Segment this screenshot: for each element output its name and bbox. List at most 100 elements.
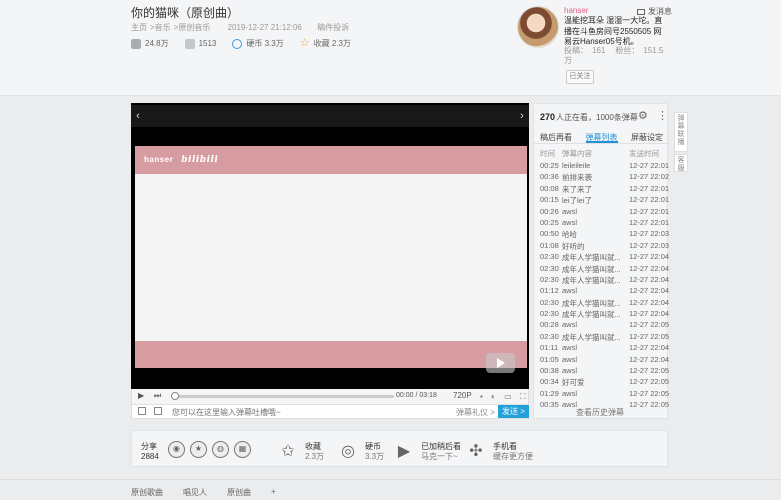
- danmaku-content: 成年人学猫叫就...: [562, 253, 621, 263]
- tab-danmaku-list[interactable]: 弹幕列表: [585, 130, 618, 143]
- danmaku-content: 前排来袭: [562, 173, 592, 183]
- danmaku-etiquette-link[interactable]: 弹幕礼仪 >: [456, 407, 495, 418]
- right-tab-customer-service[interactable]: 客服: [674, 154, 688, 172]
- danmaku-row[interactable]: 01:05 awsl 12-27 22:04: [540, 355, 669, 366]
- danmaku-sent-time: 12-27 22:02: [629, 172, 669, 182]
- danmaku-sent-time: 12-27 22:04: [629, 286, 669, 296]
- coin-action[interactable]: ◎ 硬币 3.3万: [335, 441, 384, 463]
- danmaku-sent-time: 12-27 22:04: [629, 354, 669, 364]
- play-icon: [131, 38, 141, 49]
- danmaku-row[interactable]: 00:38 awsl 12-27 22:05: [540, 366, 669, 377]
- breadcrumb-music[interactable]: >音乐: [150, 23, 171, 32]
- danmaku-content: awsl: [562, 217, 578, 227]
- video-player[interactable]: ‹ › hanser bilibili: [131, 103, 529, 403]
- share-tieba-icon[interactable]: ▦: [234, 441, 251, 458]
- danmaku-row[interactable]: 02:30 成年人学猫叫就... 12-27 22:04: [540, 252, 669, 263]
- progress-handle[interactable]: [171, 392, 179, 400]
- danmaku-content: awsl: [562, 320, 578, 330]
- danmaku-time: 00:38: [540, 366, 559, 376]
- danmaku-row[interactable]: 02:30 成年人学猫叫就... 12-27 22:05: [540, 332, 669, 343]
- quality-selector[interactable]: 720P: [453, 391, 472, 400]
- danmaku-row[interactable]: 00:50 哈哈 12-27 22:03: [540, 229, 669, 240]
- star-icon: ☆: [299, 37, 310, 49]
- breadcrumb: 主页 >音乐 >原创音乐 2019-12-27 21:12:06 稿件投诉: [131, 22, 352, 33]
- coin-count: 硬币 3.3万: [232, 38, 284, 49]
- watch-later-action[interactable]: ▶ 已加稍后看 马克一下~: [391, 441, 461, 463]
- share-label[interactable]: 分享 2884: [141, 442, 159, 462]
- danmaku-row[interactable]: 02:30 成年人学猫叫就... 12-27 22:04: [540, 309, 669, 320]
- report-link[interactable]: 稿件投诉: [317, 23, 349, 32]
- play-button[interactable]: ▶: [138, 391, 144, 400]
- danmaku-content: awsl: [562, 206, 578, 216]
- danmaku-content: 好可爱: [562, 378, 585, 388]
- danmaku-time: 00:25: [540, 161, 559, 170]
- danmaku-sent-time: 12-27 22:01: [629, 206, 669, 216]
- danmaku-sent-time: 12-27 22:04: [629, 297, 669, 307]
- tab-watch-later[interactable]: 稿后再看: [540, 130, 572, 143]
- danmaku-row[interactable]: 00:25 awsl 12-27 22:01: [540, 218, 669, 229]
- tv-play-icon[interactable]: [486, 353, 515, 373]
- danmaku-row[interactable]: 00:26 awsl 12-27 22:01: [540, 207, 669, 218]
- column-sent-time[interactable]: 发送时间: [629, 148, 669, 159]
- share-qzone-icon[interactable]: ★: [190, 441, 207, 458]
- danmaku-input[interactable]: [172, 406, 452, 418]
- chevron-left-icon[interactable]: ‹: [131, 105, 145, 127]
- follow-button[interactable]: 已关注: [566, 70, 594, 84]
- danmaku-row[interactable]: 02:30 成年人学猫叫就... 12-27 22:04: [540, 275, 669, 286]
- gear-icon[interactable]: ⚙: [638, 109, 648, 122]
- send-danmaku-button[interactable]: 发送 >: [498, 405, 529, 418]
- danmaku-icon: [184, 38, 195, 49]
- next-button[interactable]: ⏭: [154, 391, 161, 401]
- danmaku-style-icon[interactable]: [154, 407, 162, 415]
- danmaku-time: 02:30: [540, 309, 559, 319]
- danmaku-time: 01:05: [540, 354, 559, 364]
- uploader-stats: 投稿： 161 粉丝： 151.5万: [564, 46, 664, 65]
- favorite-action[interactable]: ✩ 收藏 2.3万: [275, 441, 324, 463]
- danmaku-row[interactable]: 00:25 leileileile 12-27 22:01: [540, 161, 669, 172]
- danmaku-list: 00:25 leileileile 12-27 22:01 00:36 前排来袭 12-2…: [540, 161, 669, 412]
- danmaku-content: awsl: [562, 388, 578, 398]
- uploader-name[interactable]: hanser: [564, 6, 588, 15]
- tag-item[interactable]: 原创歌曲: [131, 487, 163, 498]
- share-qq-icon[interactable]: ◍: [212, 441, 229, 458]
- progress-bar[interactable]: [171, 392, 394, 400]
- danmaku-sent-time: 12-27 22:04: [629, 263, 669, 273]
- more-icon[interactable]: ⋮: [657, 109, 668, 122]
- danmaku-sent-time: 12-27 22:05: [629, 400, 669, 410]
- right-tab-danmaku-broadcast[interactable]: 弹幕联播: [674, 112, 688, 152]
- video-watermark: hanser bilibili: [144, 155, 219, 165]
- share-weibo-icon[interactable]: ◉: [168, 441, 185, 458]
- danmaku-row[interactable]: 00:34 好可爱 12-27 22:05: [540, 377, 669, 388]
- chevron-right-icon[interactable]: ›: [515, 105, 529, 127]
- danmaku-sidebar: 270人正在看，1000条弹幕 ⚙ ⋮ 稿后再看 弹幕列表 屏蔽设定 时间 弹幕…: [533, 103, 669, 419]
- tag-item[interactable]: 原创曲: [227, 487, 251, 498]
- danmaku-row[interactable]: 01:11 awsl 12-27 22:04: [540, 343, 669, 354]
- danmaku-row[interactable]: 00:08 来了来了 12-27 22:01: [540, 184, 669, 195]
- danmaku-row[interactable]: 00:15 lei了lei了 12-27 22:01: [540, 195, 669, 206]
- danmaku-row[interactable]: 01:12 awsl 12-27 22:04: [540, 286, 669, 297]
- tag-item[interactable]: 唱见人: [183, 487, 207, 498]
- danmaku-sent-time: 12-27 22:04: [629, 343, 669, 353]
- video-frame[interactable]: hanser bilibili: [135, 146, 527, 368]
- add-tag-button[interactable]: +: [271, 487, 276, 498]
- tab-block-settings[interactable]: 屏蔽设定: [631, 130, 663, 143]
- danmaku-row[interactable]: 00:36 前排来袭 12-27 22:02: [540, 172, 669, 183]
- breadcrumb-home[interactable]: 主页: [131, 23, 147, 32]
- breadcrumb-original-music[interactable]: >原创音乐: [174, 23, 211, 32]
- danmaku-content: 成年人学猫叫就...: [562, 332, 621, 342]
- view-history-danmaku-button[interactable]: 查看历史弹幕: [576, 407, 624, 418]
- danmaku-row[interactable]: 02:30 成年人学猫叫就... 12-27 22:04: [540, 298, 669, 309]
- watch-later-icon: ▶: [397, 443, 411, 460]
- danmaku-row[interactable]: 02:30 成年人学猫叫就... 12-27 22:04: [540, 264, 669, 275]
- danmaku-row[interactable]: 01:08 好听的 12-27 22:03: [540, 241, 669, 252]
- danmaku-time: 02:30: [540, 252, 559, 262]
- danmaku-row[interactable]: 00:28 awsl 12-27 22:05: [540, 320, 669, 331]
- column-time[interactable]: 时间: [540, 148, 562, 159]
- mobile-watch-action[interactable]: ✣ 手机看 缓存更方便: [463, 441, 533, 463]
- danmaku-time: 00:36: [540, 172, 559, 182]
- uploader-avatar[interactable]: [517, 6, 559, 48]
- danmaku-toggle-icon[interactable]: [138, 407, 146, 415]
- column-content[interactable]: 弹幕内容: [562, 148, 629, 159]
- danmaku-row[interactable]: 01:29 awsl 12-27 22:05: [540, 389, 669, 400]
- danmaku-content: awsl: [562, 343, 578, 353]
